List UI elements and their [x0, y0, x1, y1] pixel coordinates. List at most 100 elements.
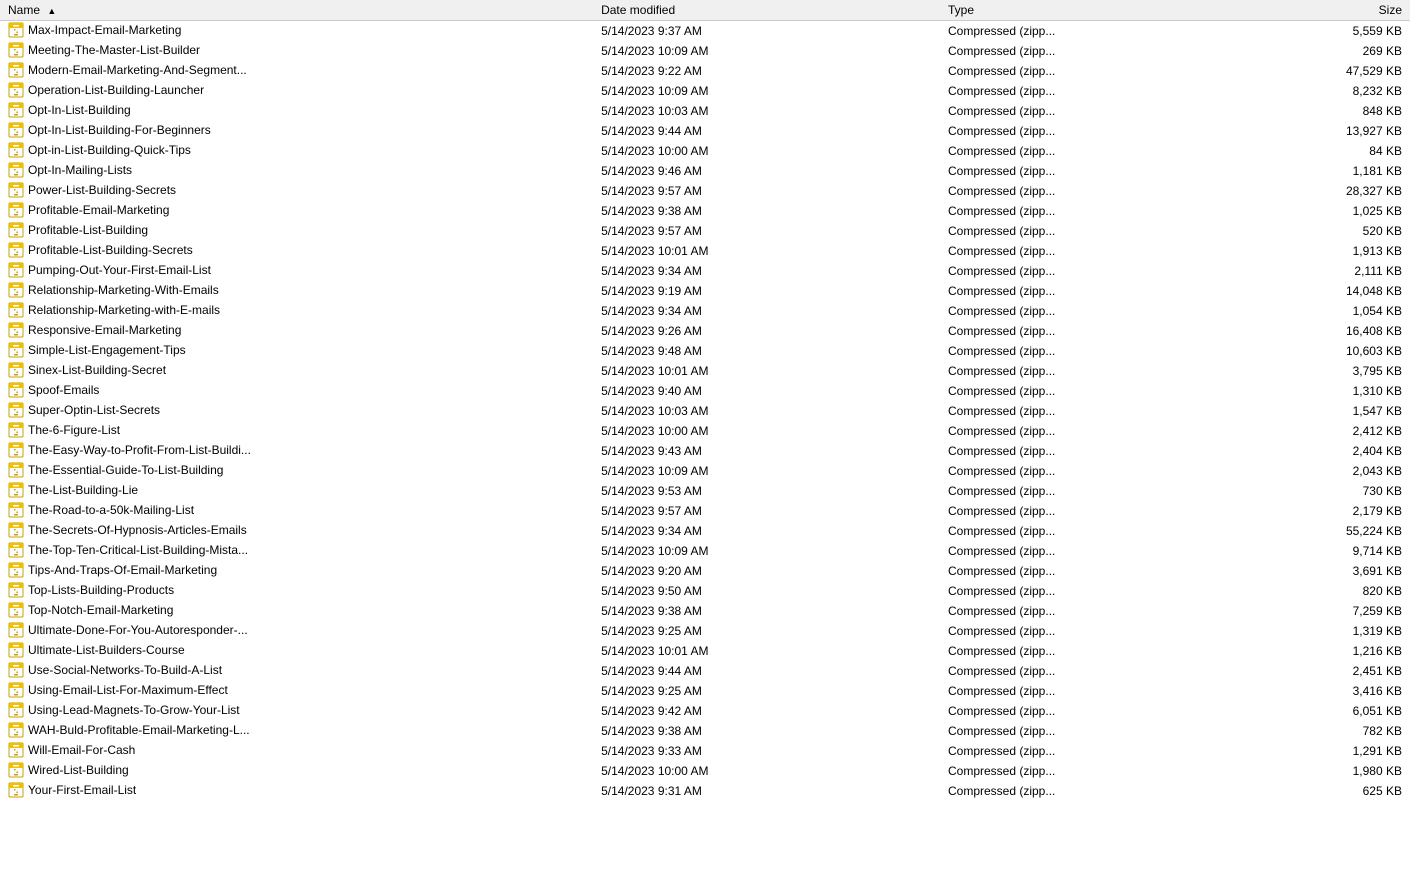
table-row[interactable]: Modern-Email-Marketing-And-Segment...5/1…	[0, 61, 1410, 81]
file-date-cell: 5/14/2023 10:09 AM	[593, 461, 940, 481]
file-date-cell: 5/14/2023 9:38 AM	[593, 601, 940, 621]
table-row[interactable]: The-6-Figure-List5/14/2023 10:00 AMCompr…	[0, 421, 1410, 441]
table-row[interactable]: Use-Social-Networks-To-Build-A-List5/14/…	[0, 661, 1410, 681]
file-name-cell: The-List-Building-Lie	[0, 481, 265, 499]
file-size-cell: 625 KB	[1231, 781, 1410, 801]
file-size-cell: 16,408 KB	[1231, 321, 1410, 341]
file-date-cell: 5/14/2023 9:43 AM	[593, 441, 940, 461]
file-name-cell: Profitable-Email-Marketing	[0, 201, 265, 219]
table-row[interactable]: Using-Email-List-For-Maximum-Effect5/14/…	[0, 681, 1410, 701]
table-row[interactable]: Opt-In-List-Building-For-Beginners5/14/2…	[0, 121, 1410, 141]
table-row[interactable]: The-Road-to-a-50k-Mailing-List5/14/2023 …	[0, 501, 1410, 521]
table-row[interactable]: The-Essential-Guide-To-List-Building5/14…	[0, 461, 1410, 481]
table-row[interactable]: Responsive-Email-Marketing5/14/2023 9:26…	[0, 321, 1410, 341]
file-size-cell: 1,319 KB	[1231, 621, 1410, 641]
file-name-cell: Use-Social-Networks-To-Build-A-List	[0, 661, 265, 679]
table-row[interactable]: Relationship-Marketing-with-E-mails5/14/…	[0, 301, 1410, 321]
file-size-cell: 10,603 KB	[1231, 341, 1410, 361]
file-size-cell: 8,232 KB	[1231, 81, 1410, 101]
table-row[interactable]: Power-List-Building-Secrets5/14/2023 9:5…	[0, 181, 1410, 201]
table-row[interactable]: Sinex-List-Building-Secret5/14/2023 10:0…	[0, 361, 1410, 381]
table-row[interactable]: Spoof-Emails5/14/2023 9:40 AMCompressed …	[0, 381, 1410, 401]
table-row[interactable]: Super-Optin-List-Secrets5/14/2023 10:03 …	[0, 401, 1410, 421]
column-header-name[interactable]: Name ▲	[0, 0, 593, 21]
zip-file-icon	[8, 282, 24, 298]
file-type-cell: Compressed (zipp...	[940, 81, 1231, 101]
file-date-cell: 5/14/2023 10:00 AM	[593, 421, 940, 441]
file-name-cell: Sinex-List-Building-Secret	[0, 361, 265, 379]
col-type-label: Type	[948, 3, 974, 17]
zip-file-icon	[8, 602, 24, 618]
table-row[interactable]: Profitable-Email-Marketing5/14/2023 9:38…	[0, 201, 1410, 221]
zip-file-icon	[8, 382, 24, 398]
table-row[interactable]: Profitable-List-Building-Secrets5/14/202…	[0, 241, 1410, 261]
table-row[interactable]: The-List-Building-Lie5/14/2023 9:53 AMCo…	[0, 481, 1410, 501]
zip-file-icon	[8, 542, 24, 558]
file-date-cell: 5/14/2023 9:34 AM	[593, 261, 940, 281]
file-size-cell: 1,980 KB	[1231, 761, 1410, 781]
file-name-text: Using-Lead-Magnets-To-Grow-Your-List	[28, 703, 240, 717]
file-size-cell: 520 KB	[1231, 221, 1410, 241]
file-name-text: Relationship-Marketing-with-E-mails	[28, 303, 220, 317]
zip-file-icon	[8, 22, 24, 38]
file-name-text: Top-Notch-Email-Marketing	[28, 603, 173, 617]
file-size-cell: 55,224 KB	[1231, 521, 1410, 541]
column-header-date[interactable]: Date modified	[593, 0, 940, 21]
zip-file-icon	[8, 62, 24, 78]
file-date-cell: 5/14/2023 9:50 AM	[593, 581, 940, 601]
file-date-cell: 5/14/2023 9:48 AM	[593, 341, 940, 361]
file-date-cell: 5/14/2023 10:00 AM	[593, 141, 940, 161]
file-name-cell: Using-Email-List-For-Maximum-Effect	[0, 681, 265, 699]
table-row[interactable]: Top-Lists-Building-Products5/14/2023 9:5…	[0, 581, 1410, 601]
table-row[interactable]: The-Top-Ten-Critical-List-Building-Mista…	[0, 541, 1410, 561]
column-header-type[interactable]: Type	[940, 0, 1231, 21]
file-name-cell: Ultimate-Done-For-You-Autoresponder-...	[0, 621, 265, 639]
file-date-cell: 5/14/2023 9:44 AM	[593, 121, 940, 141]
file-name-text: Your-First-Email-List	[28, 783, 136, 797]
file-type-cell: Compressed (zipp...	[940, 661, 1231, 681]
table-row[interactable]: Tips-And-Traps-Of-Email-Marketing5/14/20…	[0, 561, 1410, 581]
file-list-container[interactable]: Name ▲ Date modified Type Size	[0, 0, 1410, 870]
file-name-text: Wired-List-Building	[28, 763, 129, 777]
zip-file-icon	[8, 422, 24, 438]
column-header-size[interactable]: Size	[1231, 0, 1410, 21]
table-row[interactable]: Your-First-Email-List5/14/2023 9:31 AMCo…	[0, 781, 1410, 801]
table-row[interactable]: Profitable-List-Building5/14/2023 9:57 A…	[0, 221, 1410, 241]
table-row[interactable]: Operation-List-Building-Launcher5/14/202…	[0, 81, 1410, 101]
zip-file-icon	[8, 482, 24, 498]
zip-file-icon	[8, 642, 24, 658]
table-row[interactable]: Meeting-The-Master-List-Builder5/14/2023…	[0, 41, 1410, 61]
table-row[interactable]: Will-Email-For-Cash5/14/2023 9:33 AMComp…	[0, 741, 1410, 761]
zip-file-icon	[8, 662, 24, 678]
zip-file-icon	[8, 182, 24, 198]
file-size-cell: 84 KB	[1231, 141, 1410, 161]
table-row[interactable]: Opt-In-Mailing-Lists5/14/2023 9:46 AMCom…	[0, 161, 1410, 181]
file-name-text: The-Road-to-a-50k-Mailing-List	[28, 503, 194, 517]
table-row[interactable]: Top-Notch-Email-Marketing 5/14/2023 9:38 …	[0, 601, 1410, 621]
table-row[interactable]: Ultimate-Done-For-You-Autoresponder-...5…	[0, 621, 1410, 641]
file-size-cell: 3,691 KB	[1231, 561, 1410, 581]
table-row[interactable]: Opt-in-List-Building-Quick-Tips5/14/2023…	[0, 141, 1410, 161]
file-type-cell: Compressed (zipp...	[940, 21, 1231, 41]
file-name-cell: Spoof-Emails	[0, 381, 265, 399]
table-row[interactable]: Pumping-Out-Your-First-Email-List5/14/20…	[0, 261, 1410, 281]
file-size-cell: 782 KB	[1231, 721, 1410, 741]
zip-file-icon	[8, 42, 24, 58]
file-size-cell: 1,291 KB	[1231, 741, 1410, 761]
table-row[interactable]: Relationship-Marketing-With-Emails5/14/2…	[0, 281, 1410, 301]
table-row[interactable]: The-Secrets-Of-Hypnosis-Articles-Emails5…	[0, 521, 1410, 541]
file-type-cell: Compressed (zipp...	[940, 381, 1231, 401]
file-size-cell: 1,025 KB	[1231, 201, 1410, 221]
file-size-cell: 2,179 KB	[1231, 501, 1410, 521]
table-row[interactable]: Simple-List-Engagement-Tips5/14/2023 9:4…	[0, 341, 1410, 361]
file-size-cell: 3,795 KB	[1231, 361, 1410, 381]
table-row[interactable]: Wired-List-Building5/14/2023 10:00 AMCom…	[0, 761, 1410, 781]
table-row[interactable]: The-Easy-Way-to-Profit-From-List-Buildi.…	[0, 441, 1410, 461]
table-row[interactable]: Using-Lead-Magnets-To-Grow-Your-List5/14…	[0, 701, 1410, 721]
table-row[interactable]: WAH-Buld-Profitable-Email-Marketing-L...…	[0, 721, 1410, 741]
table-row[interactable]: Ultimate-List-Builders-Course5/14/2023 1…	[0, 641, 1410, 661]
file-type-cell: Compressed (zipp...	[940, 61, 1231, 81]
table-row[interactable]: Opt-In-List-Building5/14/2023 10:03 AMCo…	[0, 101, 1410, 121]
table-row[interactable]: Max-Impact-Email-Marketing5/14/2023 9:37…	[0, 21, 1410, 41]
zip-file-icon	[8, 342, 24, 358]
